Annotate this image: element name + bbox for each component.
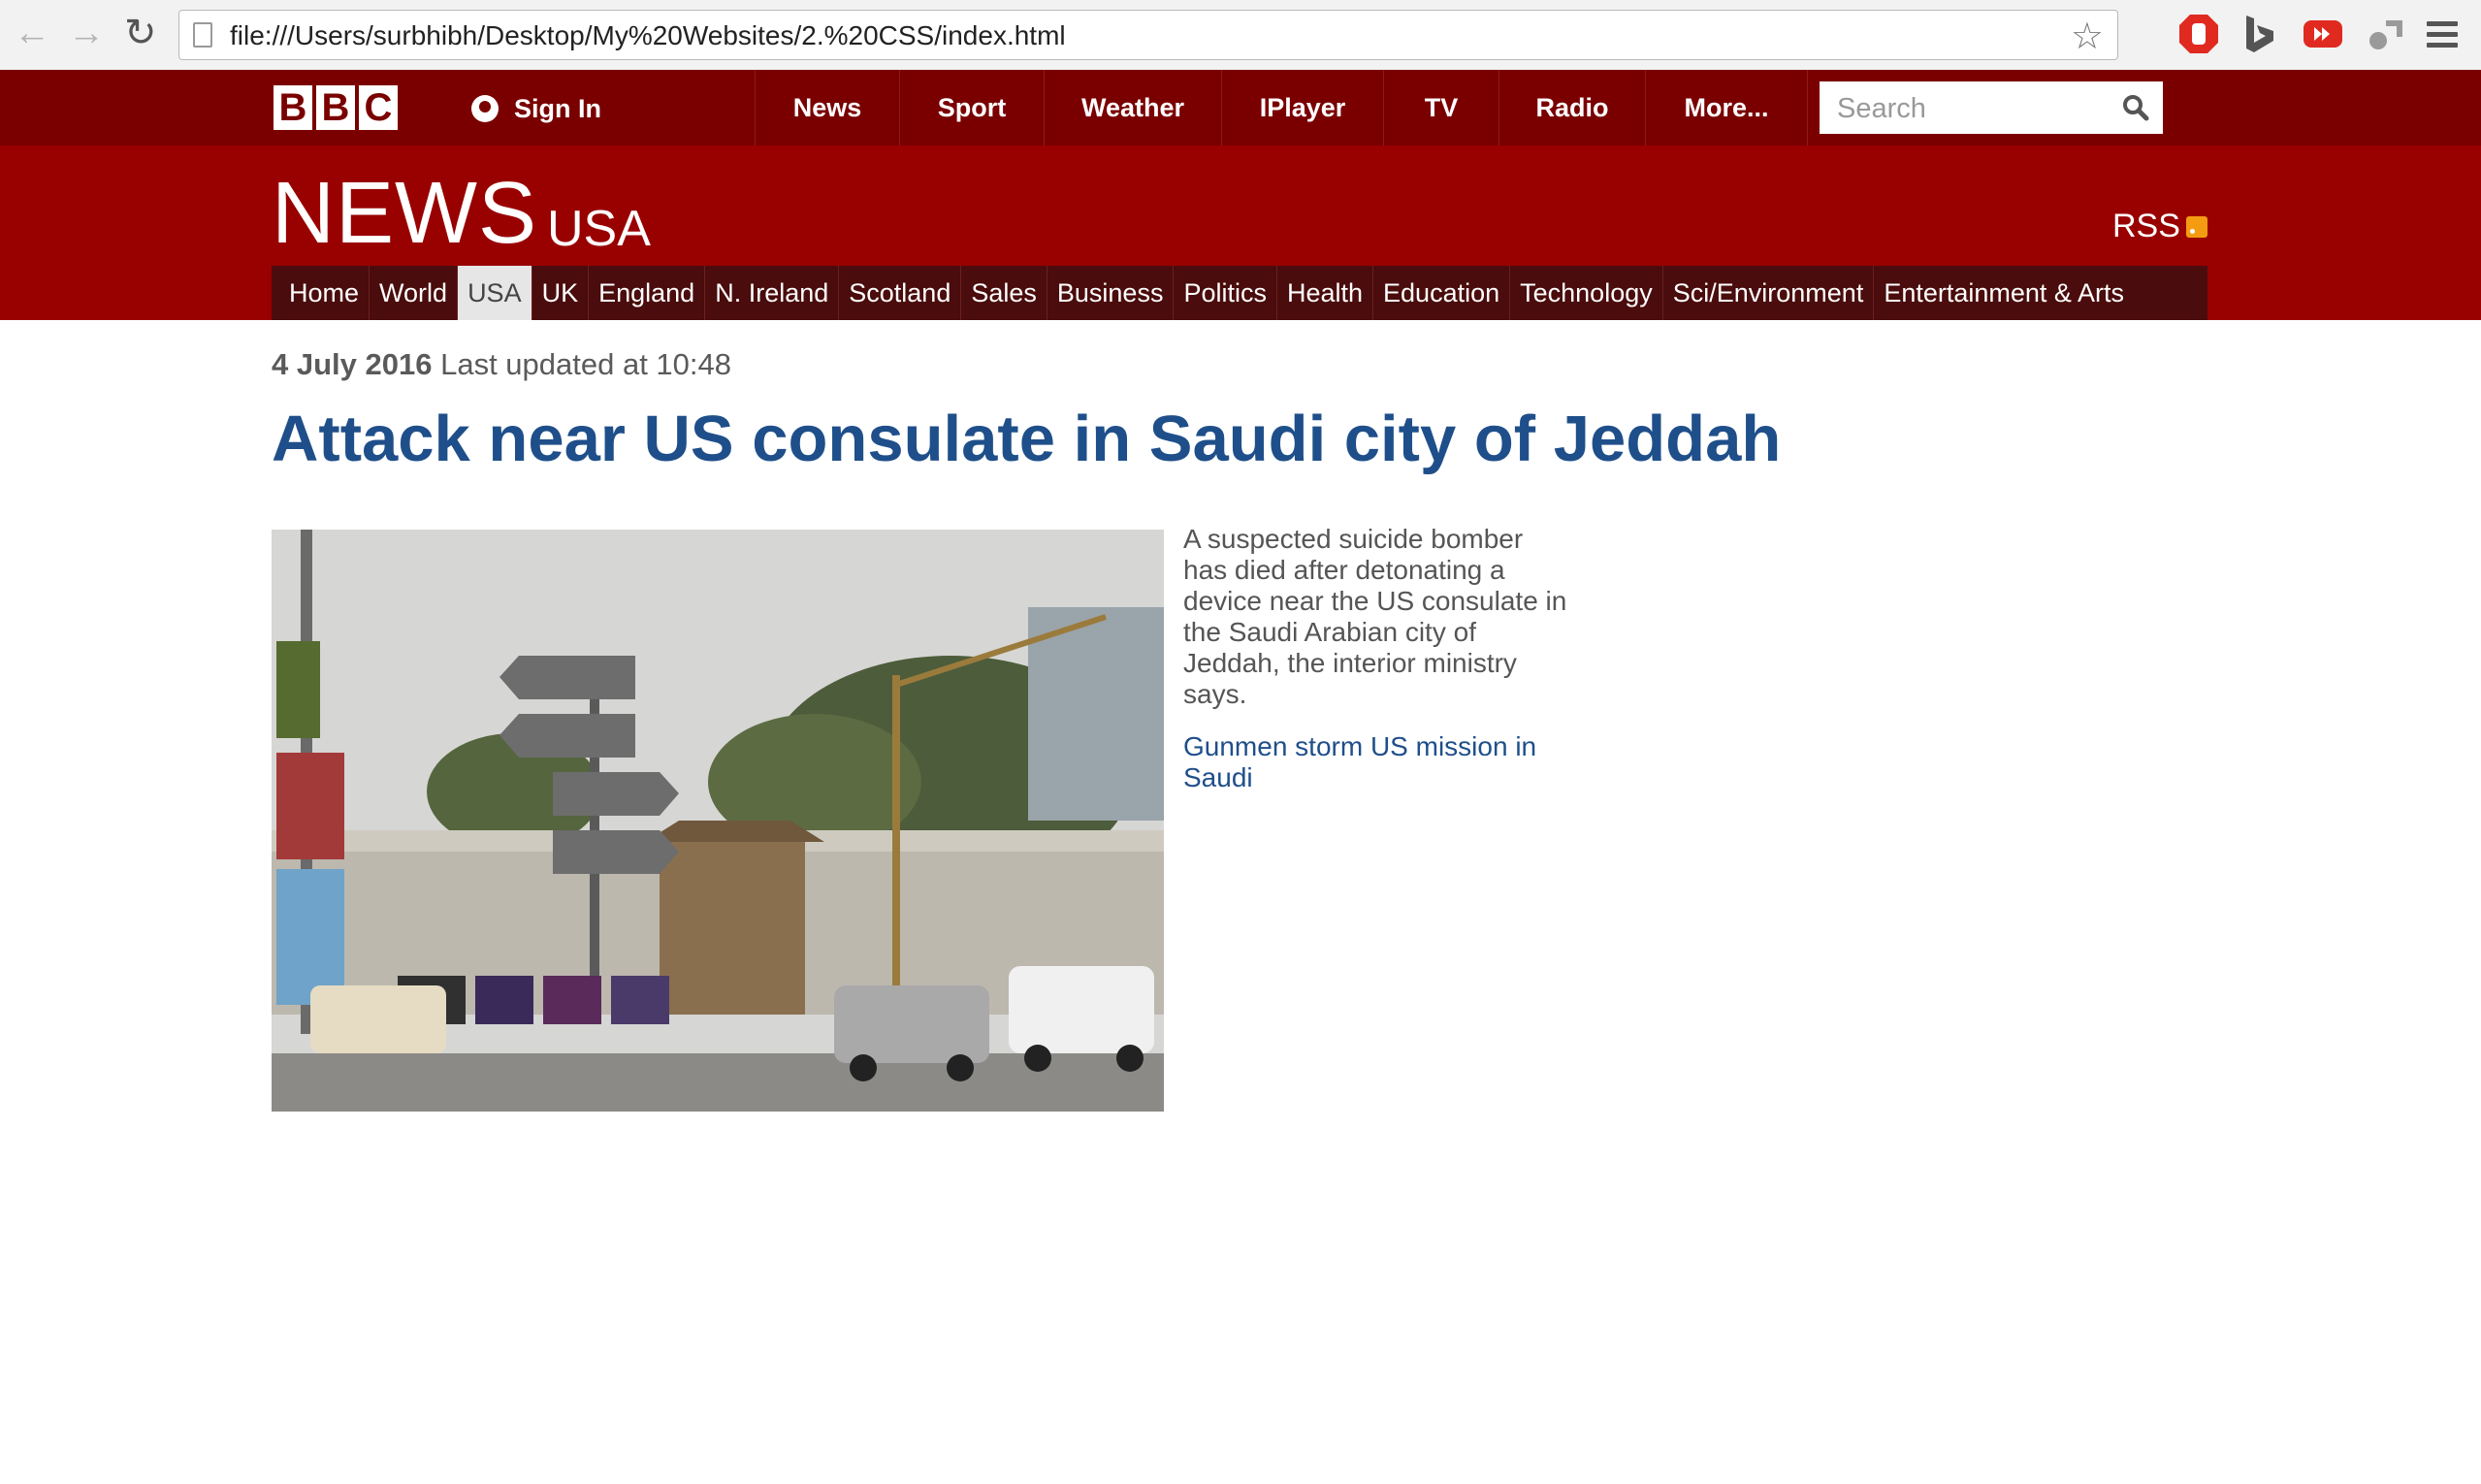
rss-link[interactable]: RSS	[2112, 208, 2207, 245]
browser-toolbar: ← → ↻ file:///Users/surbhibh/Desktop/My%…	[0, 0, 2481, 71]
top-navigation: News Sport Weather IPlayer TV Radio More…	[755, 70, 1808, 145]
bbc-top-bar: B B C Sign In News Sport Weather IPlayer…	[0, 70, 2481, 145]
news-header: NEWS USA RSS Home World USA UK England N…	[0, 145, 2481, 320]
subnav-england[interactable]: England	[588, 266, 704, 320]
page-icon	[193, 22, 212, 48]
section-navigation: Home World USA UK England N. Ireland Sco…	[272, 266, 2207, 320]
article-headline: Attack near US consulate in Saudi city o…	[272, 403, 1782, 475]
article-summary: A suspected suicide bomber has died afte…	[1183, 524, 1567, 709]
topnav-news[interactable]: News	[755, 70, 899, 145]
subnav-usa[interactable]: USA	[457, 266, 532, 320]
extension-icon[interactable]	[2363, 12, 2407, 56]
subnav-health[interactable]: Health	[1275, 266, 1372, 320]
subnav-technology[interactable]: Technology	[1509, 266, 1662, 320]
logo-letter: B	[274, 85, 312, 130]
reload-icon[interactable]: ↻	[124, 14, 157, 52]
user-icon	[471, 95, 499, 122]
subnav-education[interactable]: Education	[1372, 266, 1509, 320]
topnav-sport[interactable]: Sport	[899, 70, 1044, 145]
news-edition: USA	[547, 201, 651, 257]
menu-icon[interactable]	[2427, 21, 2458, 48]
subnav-n-ireland[interactable]: N. Ireland	[704, 266, 838, 320]
search-box	[1820, 81, 2163, 136]
rss-label: RSS	[2112, 208, 2180, 244]
topnav-iplayer[interactable]: IPlayer	[1221, 70, 1383, 145]
subnav-sales[interactable]: Sales	[960, 266, 1047, 320]
adblock-icon[interactable]	[2176, 12, 2221, 56]
article-dateline: 4 July 2016 Last updated at 10:48	[272, 347, 731, 382]
article-date: 4 July 2016	[272, 347, 433, 381]
rss-icon	[2185, 215, 2207, 238]
related-link[interactable]: Gunmen storm US mission in Saudi	[1183, 731, 1571, 793]
subnav-politics[interactable]: Politics	[1173, 266, 1276, 320]
topnav-more[interactable]: More...	[1645, 70, 1808, 145]
sign-in-label: Sign In	[514, 93, 601, 123]
sign-in-link[interactable]: Sign In	[471, 89, 601, 128]
subnav-home[interactable]: Home	[279, 266, 369, 320]
logo-letter: B	[316, 85, 355, 130]
youtube-icon[interactable]	[2301, 12, 2345, 56]
back-arrow-icon[interactable]: ←	[14, 14, 50, 52]
bbc-logo[interactable]: B B C	[274, 85, 398, 130]
topnav-tv[interactable]: TV	[1383, 70, 1498, 145]
subnav-sci-environment[interactable]: Sci/Environment	[1661, 266, 1874, 320]
search-input[interactable]	[1820, 81, 2130, 136]
subnav-uk[interactable]: UK	[531, 266, 589, 320]
news-title[interactable]: NEWS	[272, 165, 537, 262]
url-text[interactable]: file:///Users/surbhibh/Desktop/My%20Webs…	[230, 20, 1066, 51]
subnav-entertainment-arts[interactable]: Entertainment & Arts	[1873, 266, 2134, 320]
star-icon[interactable]: ☆	[2071, 15, 2104, 58]
article-photo	[272, 530, 1164, 1112]
address-bar[interactable]: file:///Users/surbhibh/Desktop/My%20Webs…	[178, 10, 2118, 60]
subnav-world[interactable]: World	[369, 266, 457, 320]
bing-icon[interactable]	[2237, 12, 2281, 56]
subnav-scotland[interactable]: Scotland	[838, 266, 960, 320]
search-icon[interactable]	[2122, 94, 2149, 121]
subnav-business[interactable]: Business	[1046, 266, 1174, 320]
article-updated: Last updated at 10:48	[440, 347, 732, 381]
logo-letter: C	[359, 85, 398, 130]
topnav-radio[interactable]: Radio	[1498, 70, 1645, 145]
topnav-weather[interactable]: Weather	[1044, 70, 1221, 145]
forward-arrow-icon[interactable]: →	[68, 14, 105, 52]
